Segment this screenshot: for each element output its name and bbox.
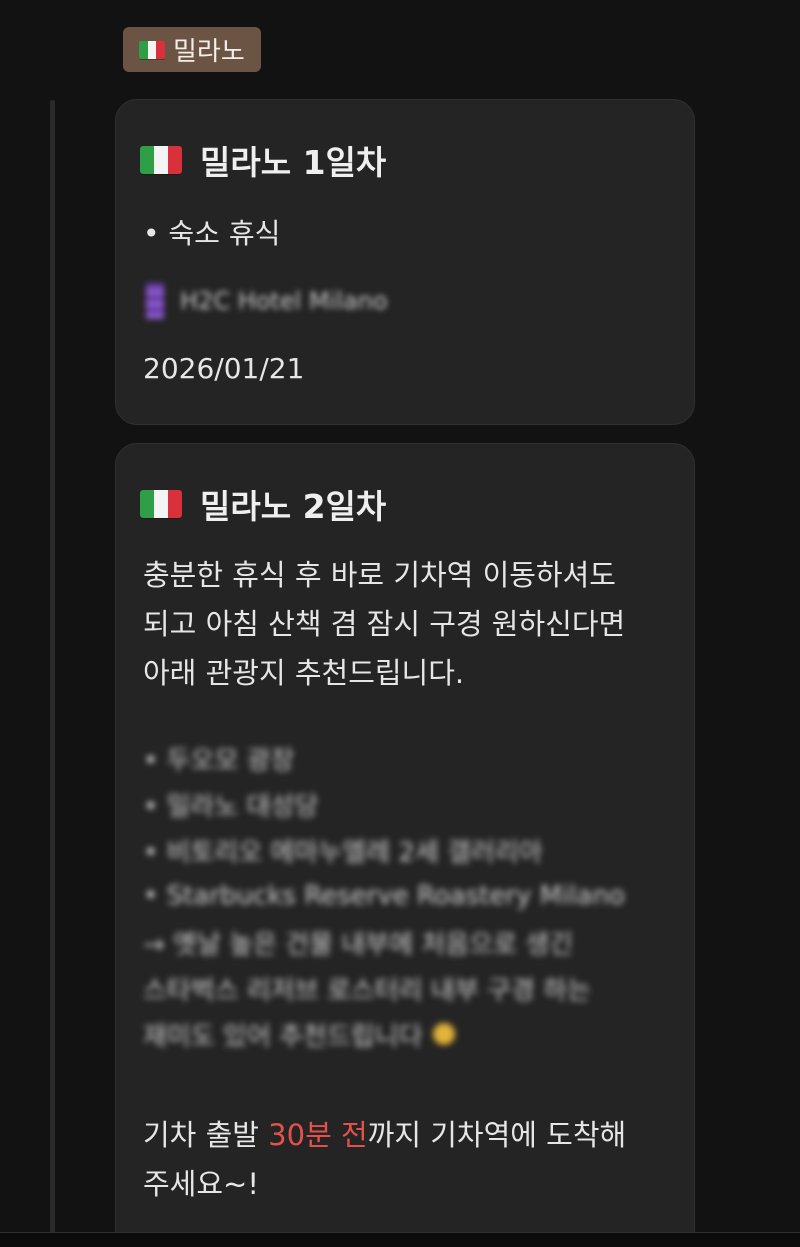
recommended-spots-list: • 두오모 광장 • 밀라노 대성당 • 비토리오 에마누엘레 2세 갤러리아 …	[143, 735, 673, 1057]
intro-line: 아래 관광지 추천드립니다.	[143, 656, 465, 690]
list-item: • 두오모 광장	[143, 745, 295, 776]
intro-line: 충분한 휴식 후 바로 기차역 이동하셔도	[143, 558, 616, 592]
closing-line: 주세요~!	[143, 1167, 259, 1201]
closing-text: 기차 출발	[143, 1118, 269, 1152]
list-item: 스타벅스 리저브 로스터리 내부 구경 하는	[143, 975, 591, 1006]
italy-flag-icon	[140, 490, 182, 518]
hotel-name: H2C Hotel Milano	[180, 287, 388, 315]
hotel-building-icon	[146, 283, 164, 319]
closing-highlight: 30분 전	[268, 1118, 368, 1152]
list-item: • Starbucks Reserve Roastery Milano	[143, 881, 625, 911]
italy-flag-icon	[140, 146, 182, 174]
city-tag[interactable]: 밀라노	[123, 27, 261, 72]
smile-emoji-icon	[432, 1023, 455, 1045]
schedule-bullet: • 숙소 휴식	[143, 217, 281, 250]
hotel-row[interactable]: H2C Hotel Milano	[146, 283, 388, 319]
chat-stage: 밀라노 밀라노 1일차 • 숙소 휴식 H2C Hotel Milano 202…	[0, 0, 800, 1247]
thread-line	[50, 100, 55, 1247]
intro-line: 되고 아침 산책 겸 잠시 구경 원하신다면	[143, 607, 626, 641]
day-title-text: 밀라노 1일차	[200, 143, 387, 182]
day-card-title: 밀라노 1일차	[140, 136, 386, 184]
day-date: 2026/01/21	[143, 352, 305, 385]
day-card-1: 밀라노 1일차 • 숙소 휴식 H2C Hotel Milano 2026/01…	[115, 99, 695, 425]
closing-line: 기차 출발 30분 전까지 기차역에 도착해	[143, 1111, 673, 1160]
closing-text: 까지 기차역에 도착해	[367, 1118, 627, 1152]
closing-paragraph: 기차 출발 30분 전까지 기차역에 도착해 주세요~!	[143, 1111, 673, 1209]
city-tag-label: 밀라노	[173, 37, 245, 67]
list-item: 재미도 있어 추천드립니다	[143, 1011, 673, 1057]
day-title-text: 밀라노 2일차	[200, 487, 387, 526]
list-item: • 밀라노 대성당	[143, 791, 319, 822]
italy-flag-icon	[139, 40, 165, 59]
day-card-2: 밀라노 2일차 충분한 휴식 후 바로 기차역 이동하셔도 되고 아침 산책 겸…	[115, 443, 695, 1247]
day-card-title: 밀라노 2일차	[140, 480, 386, 528]
list-item-text: 재미도 있어 추천드립니다	[143, 1021, 423, 1052]
list-item: • 비토리오 에마누엘레 2세 갤러리아	[143, 837, 543, 868]
intro-paragraph: 충분한 휴식 후 바로 기차역 이동하셔도 되고 아침 산책 겸 잠시 구경 원…	[143, 551, 673, 698]
bottom-bar	[0, 1232, 800, 1247]
list-item: → 옛날 높은 건물 내부에 처음으로 생긴	[143, 929, 574, 960]
